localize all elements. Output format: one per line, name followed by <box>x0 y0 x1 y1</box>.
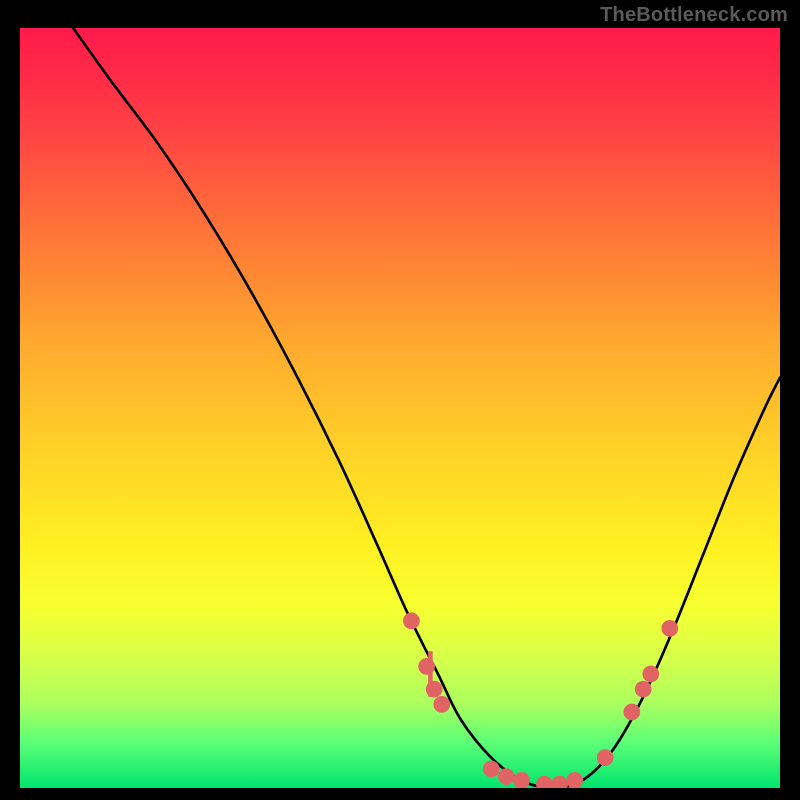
marker-dot <box>661 620 678 637</box>
watermark-text: TheBottleneck.com <box>600 4 788 27</box>
marker-dots <box>403 612 678 788</box>
curve-svg <box>20 28 780 788</box>
marker-dot <box>635 681 652 698</box>
marker-dot <box>418 658 435 675</box>
chart-container: TheBottleneck.com <box>0 0 800 800</box>
marker-dot <box>483 761 500 778</box>
marker-dot <box>403 612 420 629</box>
marker-dot <box>642 666 659 683</box>
marker-dot <box>551 776 568 788</box>
marker-dot <box>623 704 640 721</box>
marker-dot <box>498 768 515 785</box>
marker-dot <box>566 772 583 788</box>
marker-dot <box>433 696 450 713</box>
marker-dot <box>597 749 614 766</box>
plot-area <box>20 28 780 788</box>
marker-dot <box>536 776 553 788</box>
marker-dot <box>426 681 443 698</box>
marker-dot <box>513 772 530 788</box>
